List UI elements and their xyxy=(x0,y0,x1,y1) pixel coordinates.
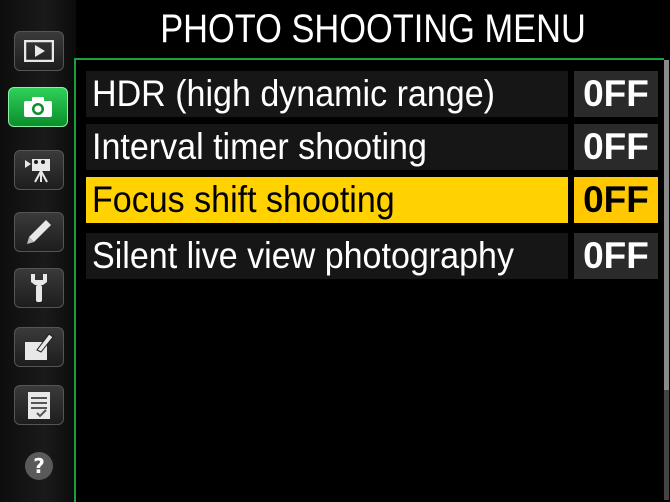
tab-playback[interactable] xyxy=(14,31,64,71)
tab-movie-shooting[interactable] xyxy=(14,150,64,190)
my-menu-icon xyxy=(25,389,53,421)
wrench-icon xyxy=(25,272,53,304)
tab-photo-shooting[interactable] xyxy=(8,87,68,127)
menu-item-value: 0FF xyxy=(574,124,658,170)
camera-icon xyxy=(22,95,54,119)
pencil-icon xyxy=(24,217,54,247)
menu-item-silent-live-view[interactable]: Silent live view photography 0FF xyxy=(86,233,658,279)
scrollbar-thumb[interactable] xyxy=(664,60,669,390)
tab-retouch[interactable] xyxy=(14,327,64,367)
menu-item-interval-timer[interactable]: Interval timer shooting 0FF xyxy=(86,124,658,170)
menu-item-focus-shift[interactable]: Focus shift shooting 0FF xyxy=(86,177,658,223)
menu-item-label: HDR (high dynamic range) xyxy=(86,71,568,117)
tab-setup[interactable] xyxy=(14,268,64,308)
movie-camera-icon xyxy=(23,156,55,184)
help-icon: ? xyxy=(23,450,55,482)
menu-item-label: Focus shift shooting xyxy=(86,177,568,223)
tab-custom-settings[interactable] xyxy=(14,212,64,252)
svg-text:?: ? xyxy=(33,454,45,478)
menu-item-value: 0FF xyxy=(574,233,658,279)
menu-item-value: 0FF xyxy=(574,177,658,223)
page-title: PHOTO SHOOTING MENU xyxy=(160,7,586,51)
retouch-icon xyxy=(23,332,55,362)
tab-my-menu[interactable] xyxy=(14,385,64,425)
scrollbar[interactable] xyxy=(664,60,669,500)
menu-item-label: Interval timer shooting xyxy=(86,124,568,170)
menu-item-label: Silent live view photography xyxy=(86,233,568,279)
help-button[interactable]: ? xyxy=(14,446,64,486)
playback-icon xyxy=(24,40,54,62)
menu-item-hdr[interactable]: HDR (high dynamic range) 0FF xyxy=(86,71,658,117)
menu-sidebar: ? xyxy=(0,0,76,502)
menu-item-value: 0FF xyxy=(574,71,658,117)
